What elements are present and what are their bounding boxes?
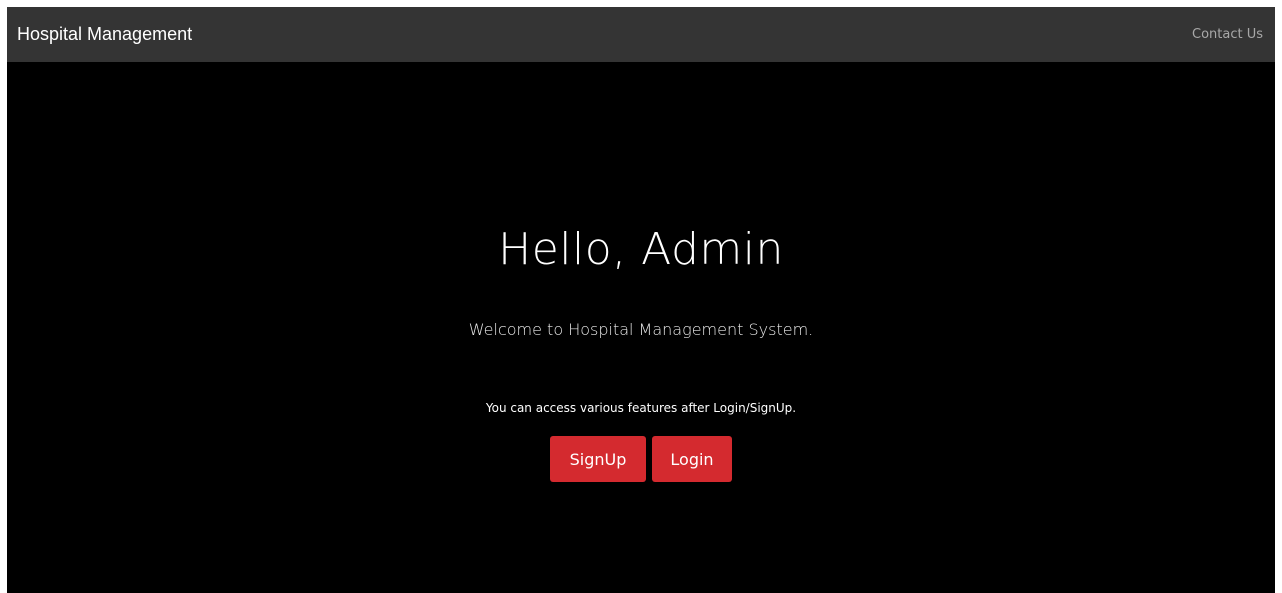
signup-button[interactable]: SignUp: [550, 436, 646, 482]
app-window: Hospital Management Contact Us Hello, Ad…: [7, 7, 1275, 593]
login-button[interactable]: Login: [652, 436, 732, 482]
hero-title: Hello, Admin: [498, 224, 784, 275]
navbar: Hospital Management Contact Us: [7, 7, 1275, 62]
auth-button-group: SignUp Login: [7, 436, 1275, 482]
hero-section: Hello, Admin Welcome to Hospital Managem…: [7, 62, 1275, 593]
hero-note: You can access various features after Lo…: [485, 401, 797, 415]
hero-lead: Welcome to Hospital Management System.: [468, 320, 814, 339]
navbar-brand[interactable]: Hospital Management: [17, 24, 192, 45]
contact-us-link[interactable]: Contact Us: [1192, 27, 1263, 42]
